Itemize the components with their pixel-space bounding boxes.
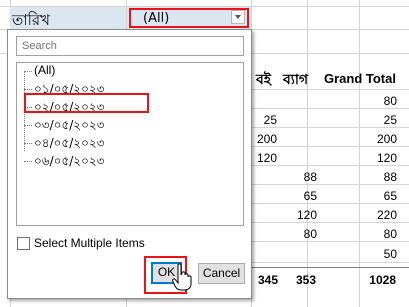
grid-line xyxy=(307,0,308,307)
table-cell: 220 xyxy=(376,208,397,222)
chevron-down-icon[interactable] xyxy=(231,10,245,24)
list-item[interactable]: ০৪/০৫/২০২৩ xyxy=(17,135,217,152)
grand-total-cell: 1028 xyxy=(369,273,396,287)
select-multiple-label: Select Multiple Items xyxy=(34,236,145,250)
column-header-book: বই xyxy=(256,72,272,88)
list-item[interactable]: (All) xyxy=(17,63,217,80)
search-input[interactable] xyxy=(16,36,244,56)
filter-item-list: (All) ০১/০৫/২০২৩ ০২/০৫/২০২৩ ০৩/০৫/২০২৩ ০… xyxy=(16,62,244,226)
grand-total-cell: 353 xyxy=(295,273,316,287)
list-item[interactable]: ০৩/০৫/২০২৩ xyxy=(17,117,217,134)
filter-panel: (All) ০১/০৫/২০২৩ ০২/০৫/২০২৩ ০৩/০৫/২০২৩ ০… xyxy=(7,29,252,299)
list-item-label: ০৩/০৫/২০২৩ xyxy=(34,118,105,132)
table-cell: 25 xyxy=(383,113,397,127)
filter-value: (All) xyxy=(143,11,170,26)
table-cell: 88 xyxy=(303,170,317,184)
column-header-bag: ব্যাগ xyxy=(283,72,309,88)
hand-cursor-icon xyxy=(172,263,192,291)
list-item-label: ০৪/০৫/২০২৩ xyxy=(34,136,105,150)
grid-line xyxy=(250,127,409,128)
table-cell: 88 xyxy=(383,170,397,184)
grid-line xyxy=(250,222,409,223)
select-multiple-items[interactable]: Select Multiple Items xyxy=(17,236,217,251)
list-item[interactable]: ০৬/০৫/২০২৩ xyxy=(17,153,217,170)
cancel-button[interactable]: Cancel xyxy=(198,263,245,284)
grid-line xyxy=(250,146,409,147)
grid-line xyxy=(250,241,409,242)
table-cell: 80 xyxy=(383,227,397,241)
grid-line xyxy=(250,165,409,166)
grid-line xyxy=(250,203,409,204)
grid-line xyxy=(250,108,409,109)
tree-connector xyxy=(24,161,32,162)
grid-line xyxy=(250,184,409,185)
list-item-label: ০৬/০৫/২০২৩ xyxy=(34,154,105,168)
column-header-grand-total: Grand Total xyxy=(324,71,396,86)
table-cell: 80 xyxy=(303,227,317,241)
grid-line xyxy=(250,89,409,90)
table-cell: 65 xyxy=(383,189,397,203)
table-cell: 200 xyxy=(376,132,397,146)
table-cell: 120 xyxy=(376,151,397,165)
select-multiple-checkbox[interactable] xyxy=(17,237,30,250)
tree-connector xyxy=(24,71,32,72)
table-cell: 120 xyxy=(296,208,317,222)
table-cell: 50 xyxy=(383,247,397,261)
grand-total-separator xyxy=(250,267,409,268)
tree-connector xyxy=(24,89,32,90)
table-cell: 80 xyxy=(383,94,397,108)
list-item-label: (All) xyxy=(34,63,56,77)
grid-line xyxy=(250,262,409,263)
selection-highlight xyxy=(24,93,149,113)
tree-connector xyxy=(24,125,32,126)
table-cell: 65 xyxy=(303,189,317,203)
tree-connector xyxy=(24,143,32,144)
